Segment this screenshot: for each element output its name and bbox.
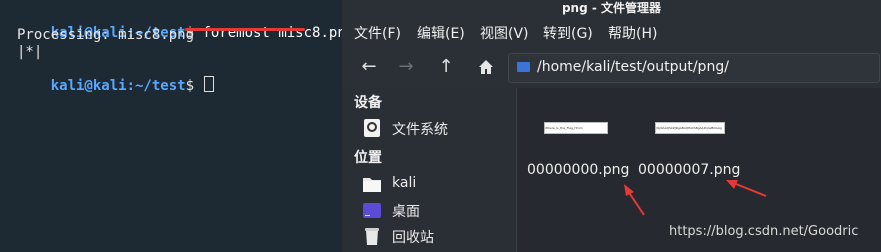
terminal-cursor xyxy=(204,76,215,92)
output-line: Processing: misc8.png xyxy=(17,27,195,43)
sidebar-item-desktop[interactable]: 桌面 xyxy=(362,199,512,221)
window-title: png - 文件管理器 xyxy=(561,1,662,15)
home-folder-icon xyxy=(363,178,381,192)
arrow-left-icon: ← xyxy=(361,56,377,77)
drive-icon xyxy=(364,119,380,137)
prompt-symbol: $ xyxy=(185,78,195,94)
menu-file[interactable]: 文件(F) xyxy=(354,23,401,43)
arrow-right-icon: → xyxy=(398,56,414,77)
file-thumbnail: /9j/4AAQSkZJRgABAQEAYABgAAD/2wBDAAg xyxy=(655,122,725,134)
red-underline-annotation xyxy=(185,28,305,31)
prompt-user: kali@kali xyxy=(50,78,127,94)
location-path: /home/kali/test/output/png/ xyxy=(537,59,729,75)
menu-view[interactable]: 视图(V) xyxy=(480,23,529,43)
file-thumbnail: Where_Is_the_Flag_Hmm xyxy=(544,122,608,134)
back-button[interactable]: ← xyxy=(358,56,380,78)
terminal-pane[interactable]: kali@kali:~/test$ foremost misc8.png Pro… xyxy=(0,0,354,252)
progress-line: |*| xyxy=(17,44,43,60)
home-icon xyxy=(479,60,493,74)
prompt-line: kali@kali:~/test$ xyxy=(17,60,215,110)
arrow-up-icon: ↑ xyxy=(438,56,454,77)
sidebar: 设备 文件系统 位置 kali 桌面 回收站 xyxy=(342,88,517,252)
sidebar-item-label: 文件系统 xyxy=(392,122,448,138)
prompt-path: :~/test xyxy=(126,78,186,94)
file-name: 00000000.png xyxy=(527,162,630,178)
sidebar-item-filesystem[interactable]: 文件系统 xyxy=(362,117,512,139)
sidebar-item-trash[interactable]: 回收站 xyxy=(362,225,512,247)
trash-icon xyxy=(365,228,379,245)
menu-go[interactable]: 转到(G) xyxy=(543,23,593,43)
forward-button[interactable]: → xyxy=(395,56,417,78)
menu-bar: 文件(F) 编辑(E) 视图(V) 转到(G) 帮助(H) xyxy=(342,20,881,44)
desktop-icon xyxy=(363,203,381,218)
menu-edit[interactable]: 编辑(E) xyxy=(417,23,465,43)
location-bar[interactable]: /home/kali/test/output/png/ xyxy=(508,53,880,83)
toolbar: ← → ↑ /home/kali/test/output/png/ xyxy=(342,48,881,86)
file-item[interactable]: Where_Is_the_Flag_Hmm 00000000.png xyxy=(527,118,630,188)
watermark: https://blog.csdn.net/Goodric xyxy=(669,224,859,239)
sidebar-item-label: kali xyxy=(392,175,417,191)
sidebar-places-header: 位置 xyxy=(354,150,382,166)
menu-help[interactable]: 帮助(H) xyxy=(608,23,657,43)
sidebar-item-label: 桌面 xyxy=(392,204,420,220)
sidebar-item-label: 回收站 xyxy=(392,230,434,246)
annotation-arrow-left xyxy=(624,184,645,216)
up-button[interactable]: ↑ xyxy=(435,56,457,78)
sidebar-item-kali[interactable]: kali xyxy=(362,173,512,195)
annotation-arrow-right xyxy=(726,180,767,197)
folder-icon xyxy=(517,62,530,72)
sidebar-devices-header: 设备 xyxy=(354,95,382,111)
file-manager-window: png - 文件管理器 文件(F) 编辑(E) 视图(V) 转到(G) 帮助(H… xyxy=(342,0,881,252)
home-button[interactable] xyxy=(475,56,497,78)
